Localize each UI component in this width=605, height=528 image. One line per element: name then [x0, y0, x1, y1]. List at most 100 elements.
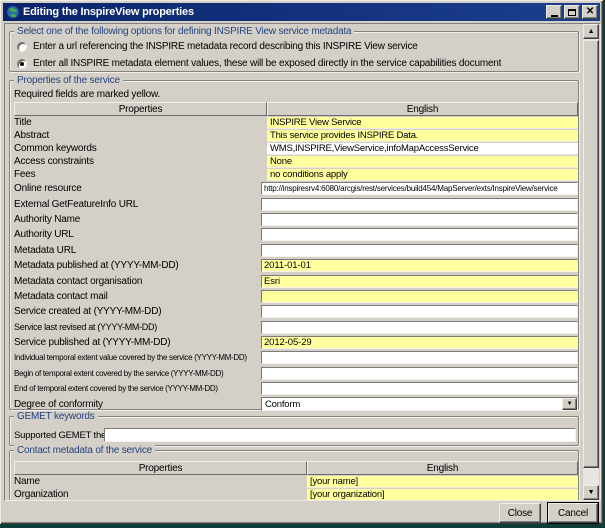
property-value-input[interactable]: [261, 290, 578, 303]
properties-group-title: Properties of the service: [14, 75, 123, 86]
property-label: Metadata contact mail: [14, 291, 261, 302]
table-row: Name[your name]: [14, 475, 578, 488]
table-row: Authority URL: [14, 227, 578, 242]
property-value-cell[interactable]: [your organization]: [307, 489, 578, 501]
table-row: TitleINSPIRE View Service: [14, 116, 578, 129]
property-value-cell[interactable]: WMS,INSPIRE,ViewService,infoMapAccessSer…: [267, 143, 578, 155]
minimize-button[interactable]: [546, 5, 562, 19]
options-group: Select one of the following options for …: [9, 31, 579, 72]
property-value-input[interactable]: [261, 351, 578, 364]
radio-option-url[interactable]: Enter a url referencing the INSPIRE meta…: [17, 41, 418, 52]
column-header-properties: Properties: [14, 102, 267, 116]
maximize-button[interactable]: [564, 5, 580, 19]
contact-group: Contact metadata of the service Properti…: [9, 450, 579, 501]
property-label: Metadata published at (YYYY-MM-DD): [14, 260, 261, 271]
minimize-icon: [551, 15, 558, 17]
property-value-input[interactable]: [261, 228, 578, 241]
options-group-title: Select one of the following options for …: [14, 26, 354, 37]
property-value-cell[interactable]: This service provides INSPIRE Data.: [267, 130, 578, 142]
table-row: End of temporal extent covered by the se…: [14, 381, 578, 396]
gemet-group: GEMET keywords Supported GEMET themes: [9, 416, 579, 446]
properties-group: Properties of the service Required field…: [9, 80, 579, 410]
property-value-cell[interactable]: None: [267, 156, 578, 168]
table-row: Metadata contact mail: [14, 289, 578, 304]
cancel-button[interactable]: Cancel: [548, 503, 598, 523]
property-label: Service published at (YYYY-MM-DD): [14, 337, 261, 348]
table-row: Individual temporal extent value covered…: [14, 350, 578, 365]
table-row: Online resource: [14, 181, 578, 196]
degree-of-conformity-select[interactable]: Conform▼: [261, 397, 578, 411]
property-value-input[interactable]: [261, 182, 578, 195]
title-bar: Editing the InspireView properties ✕: [3, 3, 600, 21]
close-button[interactable]: Close: [499, 503, 541, 523]
property-value-cell[interactable]: INSPIRE View Service: [267, 117, 578, 129]
properties-table-body: TitleINSPIRE View ServiceAbstractThis se…: [10, 116, 578, 412]
table-row: Service last revised at (YYYY-MM-DD): [14, 320, 578, 335]
property-value-input[interactable]: [261, 321, 578, 334]
contact-group-title: Contact metadata of the service: [14, 445, 155, 456]
cancel-button-default-ring: Cancel: [547, 502, 599, 524]
property-label: Name: [14, 476, 307, 487]
property-label: Title: [14, 117, 267, 128]
property-value-input[interactable]: [261, 305, 578, 318]
property-label: Begin of temporal extent covered by the …: [14, 369, 261, 378]
property-label: Metadata contact organisation: [14, 276, 261, 287]
close-window-button[interactable]: ✕: [582, 5, 598, 19]
property-label: Individual temporal extent value covered…: [14, 353, 261, 362]
property-label: Common keywords: [14, 143, 267, 154]
radio-icon[interactable]: [17, 42, 27, 52]
property-value-input[interactable]: [261, 275, 578, 288]
table-row: AbstractThis service provides INSPIRE Da…: [14, 129, 578, 142]
radio-checked-icon[interactable]: [17, 59, 27, 69]
table-row: Common keywordsWMS,INSPIRE,ViewService,i…: [14, 142, 578, 155]
arrow-down-icon: ▼: [588, 489, 595, 496]
vertical-scrollbar[interactable]: ▲ ▼: [583, 24, 599, 500]
selected-value: Conform: [262, 399, 562, 410]
table-row: Begin of temporal extent covered by the …: [14, 366, 578, 381]
table-row: Service created at (YYYY-MM-DD): [14, 304, 578, 319]
property-value-input[interactable]: [261, 198, 578, 211]
gemet-group-title: GEMET keywords: [14, 411, 98, 422]
scrollbar-thumb[interactable]: [583, 40, 599, 468]
window-title: Editing the InspireView properties: [23, 6, 544, 18]
column-header-english: English: [267, 102, 578, 116]
property-value-input[interactable]: [261, 382, 578, 395]
property-value-input[interactable]: [261, 259, 578, 272]
property-label: End of temporal extent covered by the se…: [14, 384, 261, 393]
column-header-properties: Properties: [14, 461, 307, 475]
chevron-down-icon[interactable]: ▼: [562, 398, 577, 410]
table-row: Organization[your organization]: [14, 488, 578, 501]
contact-table-header: Properties English: [14, 461, 578, 475]
scroll-up-button[interactable]: ▲: [583, 24, 599, 39]
table-row: Metadata contact organisation: [14, 273, 578, 288]
property-label: Service created at (YYYY-MM-DD): [14, 306, 261, 317]
property-label: Abstract: [14, 130, 267, 141]
property-label: Authority Name: [14, 214, 261, 225]
globe-icon: [6, 5, 20, 19]
table-row: Degree of conformityConform▼: [14, 396, 578, 411]
scroll-pane: Select one of the following options for …: [4, 23, 601, 501]
required-fields-note: Required fields are marked yellow.: [14, 89, 578, 100]
dialog-window: Editing the InspireView properties ✕ Sel…: [0, 0, 603, 524]
property-value-input[interactable]: [261, 244, 578, 257]
radio-label: Enter all INSPIRE metadata element value…: [33, 58, 501, 69]
table-row: Service published at (YYYY-MM-DD): [14, 335, 578, 350]
property-value-input[interactable]: [261, 367, 578, 380]
table-row: Metadata URL: [14, 243, 578, 258]
table-row: Metadata published at (YYYY-MM-DD): [14, 258, 578, 273]
gemet-themes-input[interactable]: [104, 428, 576, 442]
property-value-input[interactable]: [261, 336, 578, 349]
maximize-icon: [568, 9, 576, 16]
table-row: Access constraintsNone: [14, 155, 578, 168]
property-value-cell[interactable]: no conditions apply: [267, 169, 578, 181]
table-header: Properties English: [14, 102, 578, 116]
property-value-input[interactable]: [261, 213, 578, 226]
property-label: Metadata URL: [14, 245, 261, 256]
radio-label: Enter a url referencing the INSPIRE meta…: [33, 41, 418, 52]
column-header-english: English: [307, 461, 578, 475]
property-value-cell[interactable]: [your name]: [307, 476, 578, 488]
scroll-down-button[interactable]: ▼: [583, 485, 599, 500]
property-label: Authority URL: [14, 229, 261, 240]
radio-option-inline-metadata[interactable]: Enter all INSPIRE metadata element value…: [17, 58, 501, 69]
contact-table-body: Name[your name]Organization[your organiz…: [10, 475, 578, 501]
